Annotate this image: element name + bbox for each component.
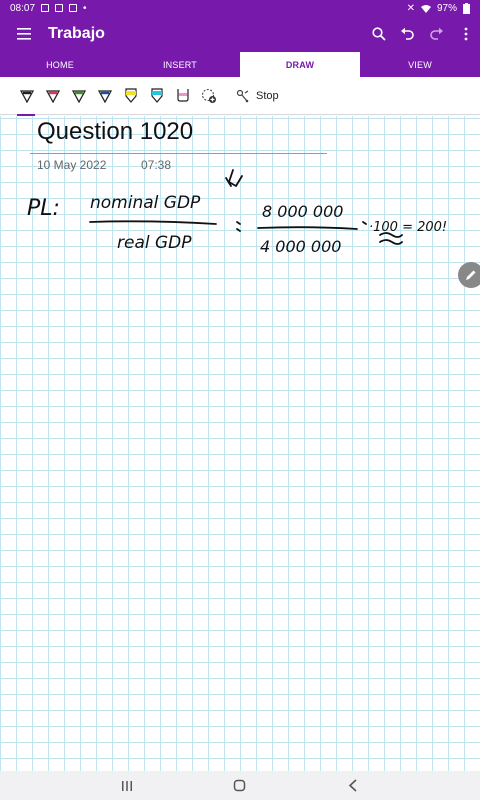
more-notifications-icon: • — [83, 2, 87, 14]
status-bar: 08:07 • ✕ 97% — [0, 0, 480, 16]
battery-icon — [463, 2, 470, 14]
pen-tool-button[interactable] — [458, 262, 480, 288]
ink-denominator: real GDP — [117, 233, 192, 253]
battery-percent: 97% — [436, 2, 457, 14]
more-options-icon[interactable] — [451, 16, 480, 52]
back-icon — [349, 779, 357, 792]
ink-numerator: nominal GDP — [90, 193, 201, 213]
pencil-icon — [466, 270, 476, 280]
screenshot-icon — [41, 4, 50, 12]
ink-label: PL: — [27, 196, 60, 221]
pink-highlighter-icon[interactable] — [170, 81, 196, 111]
mute-icon: ✕ — [406, 2, 415, 14]
stop-button[interactable]: Stop — [236, 89, 279, 103]
add-pen-icon[interactable] — [196, 81, 222, 111]
app-bar: Trabajo — [0, 16, 480, 52]
status-time: 08:07 — [10, 2, 36, 14]
red-pen-icon[interactable] — [40, 81, 66, 111]
note-canvas[interactable]: Question 1020 10 May 2022 07:38 PL: nomi… — [0, 116, 480, 771]
black-pen-icon[interactable] — [14, 81, 40, 116]
tab-insert[interactable]: INSERT — [120, 52, 240, 77]
recent-apps-icon — [121, 780, 132, 791]
back-button[interactable] — [333, 774, 373, 798]
screen-record-icon — [55, 4, 64, 12]
home-button[interactable] — [220, 774, 260, 798]
ink-result: ·100 = 200! — [369, 220, 447, 235]
green-pen-icon[interactable] — [66, 81, 92, 111]
scan-icon — [69, 4, 78, 12]
ink-value-denominator: 4 000 000 — [260, 237, 341, 256]
tab-home[interactable]: HOME — [0, 52, 120, 77]
ribbon-tabs: HOME INSERT DRAW VIEW — [0, 52, 480, 77]
yellow-highlighter-icon[interactable] — [118, 81, 144, 111]
cyan-highlighter-icon[interactable] — [144, 81, 170, 111]
notebook-title: Trabajo — [48, 25, 105, 42]
system-nav-bar — [0, 771, 480, 800]
ink-value-numerator: 8 000 000 — [262, 202, 343, 221]
home-icon — [234, 779, 246, 792]
recent-apps-button[interactable] — [107, 774, 147, 798]
stop-label: Stop — [256, 89, 279, 102]
handwritten-ink: PL: nominal GDP real GDP 8 000 000 4 000… — [27, 169, 447, 256]
tab-view[interactable]: VIEW — [360, 52, 480, 77]
blue-pen-icon[interactable] — [92, 81, 118, 111]
redo-icon[interactable] — [422, 16, 451, 52]
undo-icon[interactable] — [393, 16, 422, 52]
wifi-icon — [420, 4, 431, 13]
tab-draw[interactable]: DRAW — [240, 52, 360, 77]
draw-toolbar: Stop — [0, 77, 480, 116]
lasso-icon — [236, 89, 249, 102]
search-icon[interactable] — [364, 16, 393, 52]
hamburger-menu-icon[interactable] — [0, 16, 48, 52]
